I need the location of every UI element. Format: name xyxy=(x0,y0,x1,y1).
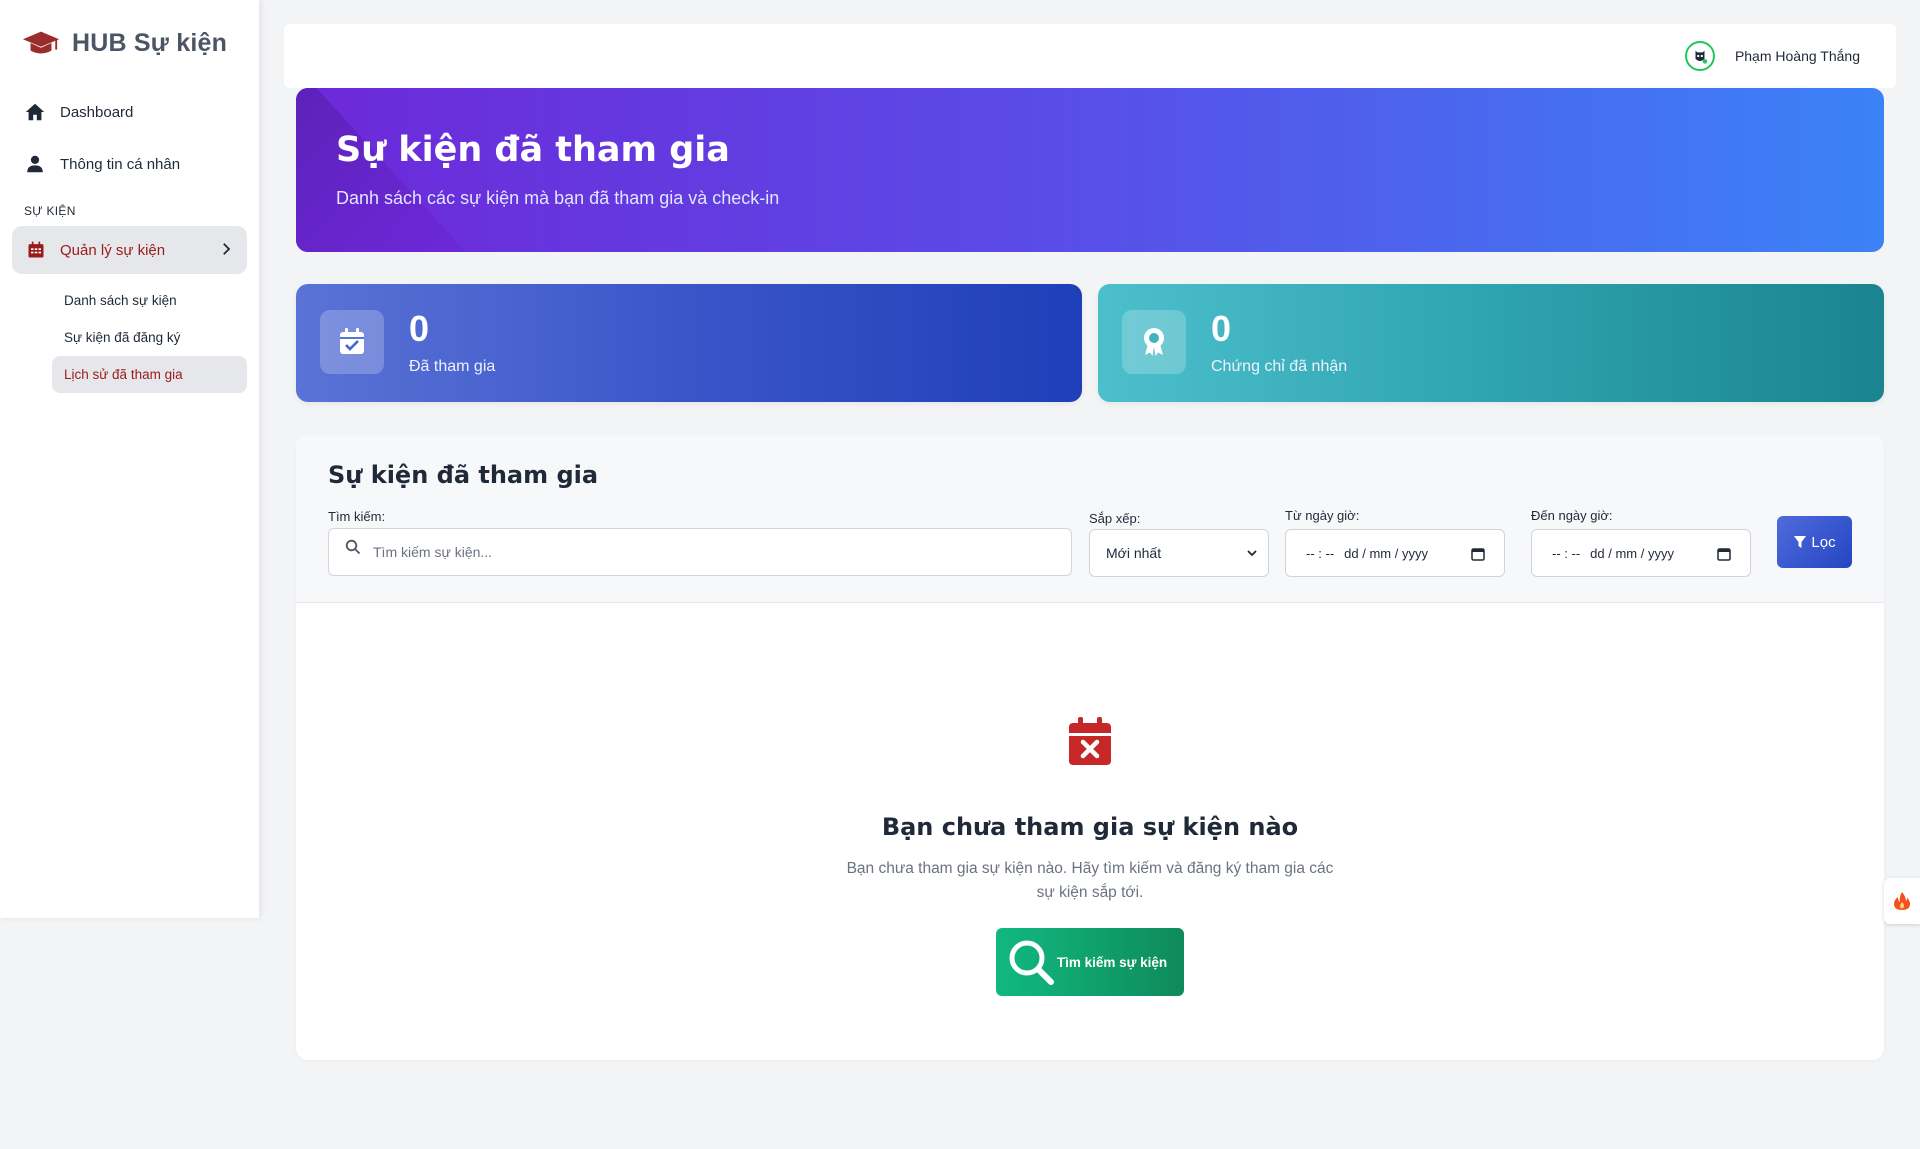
hero-banner: Sự kiện đã tham gia Danh sách các sự kiệ… xyxy=(296,88,1884,252)
date-to-label: Đến ngày giờ: xyxy=(1531,508,1613,523)
time-placeholder: -- : -- xyxy=(1552,545,1581,561)
sidebar-subitem-event-list[interactable]: Danh sách sự kiện xyxy=(52,282,247,319)
filter-icon xyxy=(1794,536,1807,548)
avatar xyxy=(1684,41,1715,71)
stat-icon-box xyxy=(320,310,384,374)
panel-title: Sự kiện đã tham gia xyxy=(328,461,599,489)
home-icon xyxy=(25,103,45,121)
page-title: Sự kiện đã tham gia xyxy=(336,130,730,170)
search-events-button-label: Tìm kiếm sự kiện xyxy=(1056,954,1168,970)
sidebar-item-profile[interactable]: Thông tin cá nhân xyxy=(0,138,259,190)
brand-name: HUB Sự kiện xyxy=(72,28,228,57)
search-events-button[interactable]: Tìm kiếm sự kiện xyxy=(996,928,1184,996)
award-icon xyxy=(1144,328,1164,356)
user-icon xyxy=(27,155,43,173)
sidebar-item-label: Dashboard xyxy=(60,103,134,121)
sidebar-subitem-attended-history[interactable]: Lịch sử đã tham gia xyxy=(52,356,247,393)
graduation-cap-icon xyxy=(22,31,60,54)
attended-events-panel: Sự kiện đã tham gia Tìm kiếm: Tìm kiếm s… xyxy=(296,435,1884,1060)
user-menu[interactable]: Phạm Hoàng Thắng xyxy=(1684,41,1860,71)
calendar-check-icon xyxy=(340,328,364,354)
filter-button-label: Lọc xyxy=(1811,533,1836,551)
stat-label: Đã tham gia xyxy=(409,358,496,375)
stat-value: 0 xyxy=(409,308,430,349)
sidebar-item-dashboard[interactable]: Dashboard xyxy=(0,86,259,138)
date-to-input[interactable]: -- : -- dd / mm / yyyy xyxy=(1531,529,1751,577)
calendar-x-icon xyxy=(1069,717,1111,765)
brand[interactable]: HUB Sự kiện xyxy=(0,0,259,86)
date-from-label: Từ ngày giờ: xyxy=(1285,508,1360,523)
search-input[interactable]: Tìm kiếm sự kiện... xyxy=(328,528,1072,576)
sidebar-item-label: Quản lý sự kiện xyxy=(60,241,166,259)
sort-select[interactable]: Mới nhất xyxy=(1089,529,1269,577)
calendar-icon xyxy=(28,241,44,258)
floating-fire-button[interactable] xyxy=(1884,878,1920,924)
stat-label: Chứng chỉ đã nhận xyxy=(1211,358,1348,375)
user-name: Phạm Hoàng Thắng xyxy=(1734,48,1860,64)
stat-icon-box xyxy=(1122,310,1186,374)
calendar-picker-icon[interactable] xyxy=(1716,546,1732,562)
empty-state-title: Bạn chưa tham gia sự kiện nào xyxy=(881,813,1299,841)
search-placeholder: Tìm kiếm sự kiện... xyxy=(373,544,493,560)
fire-icon xyxy=(1894,892,1910,910)
search-icon xyxy=(1009,940,1054,985)
sidebar-item-label: Thông tin cá nhân xyxy=(60,155,181,173)
stat-card-attended: 0 Đã tham gia xyxy=(296,284,1082,402)
sort-label: Sắp xếp: xyxy=(1089,511,1141,526)
sort-value: Mới nhất xyxy=(1106,545,1162,561)
sidebar-item-event-management[interactable]: Quản lý sự kiện xyxy=(12,226,247,274)
topbar: Phạm Hoàng Thắng xyxy=(284,24,1896,88)
sidebar: HUB Sự kiện Dashboard Thông tin cá nhân … xyxy=(0,0,259,918)
filter-button[interactable]: Lọc xyxy=(1777,516,1852,568)
empty-state: Bạn chưa tham gia sự kiện nào Bạn chưa t… xyxy=(296,603,1884,1060)
stat-value: 0 xyxy=(1211,308,1232,349)
date-from-input[interactable]: -- : -- dd / mm / yyyy xyxy=(1285,529,1505,577)
calendar-picker-icon[interactable] xyxy=(1470,546,1486,562)
chevron-right-icon xyxy=(223,243,231,255)
user-avatar-icon xyxy=(1695,50,1708,64)
date-placeholder: dd / mm / yyyy xyxy=(1344,545,1428,561)
stat-card-certificates: 0 Chứng chỉ đã nhận xyxy=(1098,284,1884,402)
filter-bar: Sự kiện đã tham gia Tìm kiếm: Tìm kiếm s… xyxy=(296,435,1884,603)
chevron-down-icon xyxy=(1247,550,1257,557)
date-placeholder: dd / mm / yyyy xyxy=(1590,545,1674,561)
sidebar-subitem-registered-events[interactable]: Sự kiện đã đăng ký xyxy=(52,319,247,356)
time-placeholder: -- : -- xyxy=(1306,545,1335,561)
search-label: Tìm kiếm: xyxy=(328,509,386,524)
page-subtitle: Danh sách các sự kiện mà bạn đã tham gia… xyxy=(336,188,780,208)
search-icon xyxy=(345,539,361,555)
empty-state-description: Bạn chưa tham gia sự kiện nào. Hãy tìm k… xyxy=(846,860,1334,901)
section-label-events: SỰ KIỆN xyxy=(24,204,76,218)
